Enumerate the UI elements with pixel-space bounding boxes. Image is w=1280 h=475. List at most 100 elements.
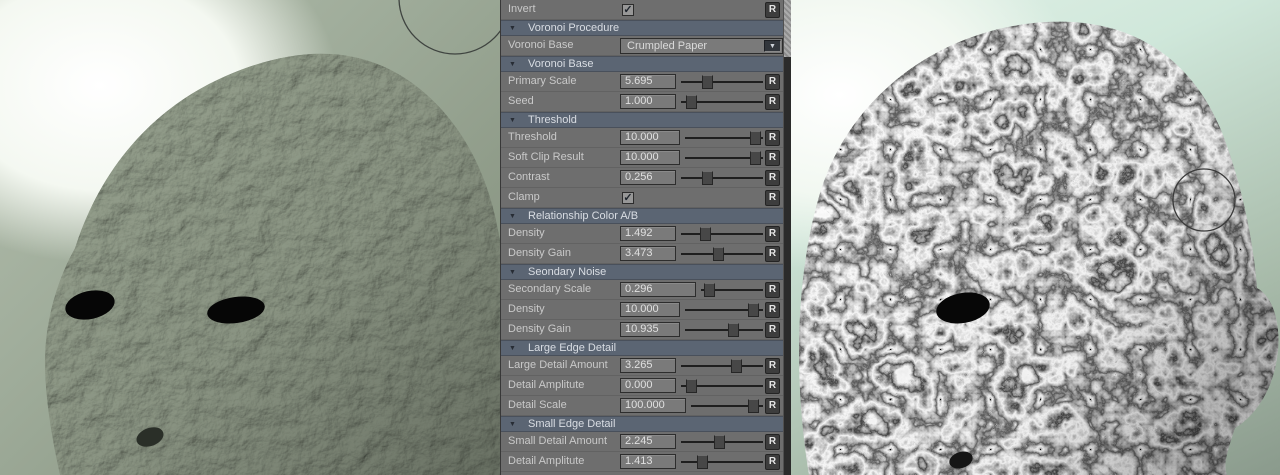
param-slider[interactable] [691,405,763,407]
param-slider[interactable] [681,441,763,443]
param-row: Secondary Scale0.296R [501,280,783,300]
param-slider[interactable] [681,177,763,179]
param-slider[interactable] [685,329,763,331]
reset-button[interactable]: R [765,190,780,206]
param-value-field[interactable]: 3.265 [620,358,676,373]
reset-button[interactable]: R [765,454,780,470]
reset-button[interactable]: R [765,322,780,338]
param-row: Contrast0.256R [501,168,783,188]
param-slider[interactable] [681,233,763,235]
param-value-field[interactable]: 1.000 [620,94,676,109]
param-label: Density Gain [508,247,571,259]
param-value-field[interactable]: 10.000 [620,302,680,317]
slider-handle[interactable] [748,399,759,413]
param-dropdown[interactable]: Crumpled Paper▼ [620,38,783,54]
slider-handle[interactable] [713,247,724,261]
slider-handle[interactable] [750,131,761,145]
section-collapse-arrow-icon[interactable]: ▼ [509,421,516,428]
section-header[interactable]: ▼Threshold [501,112,783,128]
scrollbar-thumb[interactable] [784,0,791,57]
param-slider[interactable] [681,385,763,387]
slider-handle[interactable] [686,379,697,393]
param-value-field[interactable]: 5.695 [620,74,676,89]
section-header[interactable]: ▼Seondary Noise [501,264,783,280]
param-label: Primary Scale [508,75,576,87]
param-value-field[interactable]: 1.413 [620,454,676,469]
reset-button[interactable]: R [765,282,780,298]
slider-handle[interactable] [731,359,742,373]
section-header[interactable]: ▼Small Edge Detail [501,416,783,432]
reset-button[interactable]: R [765,302,780,318]
param-value-field[interactable]: 3.473 [620,246,676,261]
reset-button[interactable]: R [765,358,780,374]
param-value-field[interactable]: 0.256 [620,170,676,185]
param-slider[interactable] [681,461,763,463]
reset-button[interactable]: R [765,246,780,262]
section-collapse-arrow-icon[interactable]: ▼ [509,25,516,32]
param-slider[interactable] [681,101,763,103]
left-head [45,54,500,475]
slider-handle[interactable] [750,151,761,165]
param-value-field[interactable]: 10.935 [620,322,680,337]
reset-button[interactable]: R [765,398,780,414]
viewport-right-texture-preview[interactable] [791,0,1280,475]
slider-handle[interactable] [697,455,708,469]
section-collapse-arrow-icon[interactable]: ▼ [509,213,516,220]
slider-handle[interactable] [702,75,713,89]
dropdown-arrow-button[interactable]: ▼ [764,40,781,52]
reset-button[interactable]: R [765,170,780,186]
textured-head-render [791,0,1280,475]
param-value-field[interactable]: 100.000 [620,398,686,413]
slider-handle[interactable] [704,283,715,297]
reset-button[interactable]: R [765,94,780,110]
param-row: Density Gain 3.473 R [501,244,783,264]
slider-handle[interactable] [700,227,711,241]
reset-button[interactable]: R [765,2,780,18]
section-header[interactable]: ▼Voronoi Base [501,56,783,72]
param-row: Soft Clip Result10.000R [501,148,783,168]
param-value-field[interactable]: 10.000 [620,130,680,145]
section-collapse-arrow-icon[interactable]: ▼ [509,269,516,276]
sculpt-head-render [0,0,500,475]
param-slider[interactable] [681,365,763,367]
section-header[interactable]: ▼ Large Edge Detail [501,340,783,356]
param-label: Density [508,227,545,239]
param-row: Voronoi BaseCrumpled Paper▼ [501,36,783,56]
param-value-field[interactable]: 0.296 [620,282,696,297]
viewport-left-sculpt[interactable] [0,0,500,475]
section-header[interactable]: ▼Voronoi Procedure [501,20,783,36]
reset-button[interactable]: R [765,74,780,90]
section-header-label: Large Edge Detail [528,342,616,354]
param-value-field[interactable]: 0.000 [620,378,676,393]
reset-button[interactable]: R [765,130,780,146]
param-label: Small Detail Amount [508,435,607,447]
section-header[interactable]: ▼Relationship Color A/B [501,208,783,224]
param-row: Density 1.492 R [501,224,783,244]
param-value-field[interactable]: 10.000 [620,150,680,165]
section-collapse-arrow-icon[interactable]: ▼ [509,61,516,68]
param-slider[interactable] [685,309,763,311]
param-slider[interactable] [681,253,763,255]
slider-handle[interactable] [728,323,739,337]
param-value-field[interactable]: 1.492 [620,226,676,241]
panel-scrollbar[interactable] [783,0,791,475]
param-slider[interactable] [681,81,763,83]
param-value-field[interactable]: 2.245 [620,434,676,449]
slider-handle[interactable] [748,303,759,317]
param-slider[interactable] [701,289,763,291]
reset-button[interactable]: R [765,226,780,242]
param-checkbox[interactable]: ✓ [622,192,634,204]
section-collapse-arrow-icon[interactable]: ▼ [509,345,516,352]
param-row: Small Detail Amount 2.245 R [501,432,783,452]
slider-handle[interactable] [686,95,697,109]
slider-handle[interactable] [702,171,713,185]
slider-handle[interactable] [714,435,725,449]
param-checkbox[interactable]: ✓ [622,4,634,16]
section-collapse-arrow-icon[interactable]: ▼ [509,117,516,124]
param-row: Detail Amplitute1.413R [501,452,783,472]
param-slider[interactable] [685,137,763,139]
reset-button[interactable]: R [765,434,780,450]
param-slider[interactable] [685,157,763,159]
reset-button[interactable]: R [765,150,780,166]
reset-button[interactable]: R [765,378,780,394]
